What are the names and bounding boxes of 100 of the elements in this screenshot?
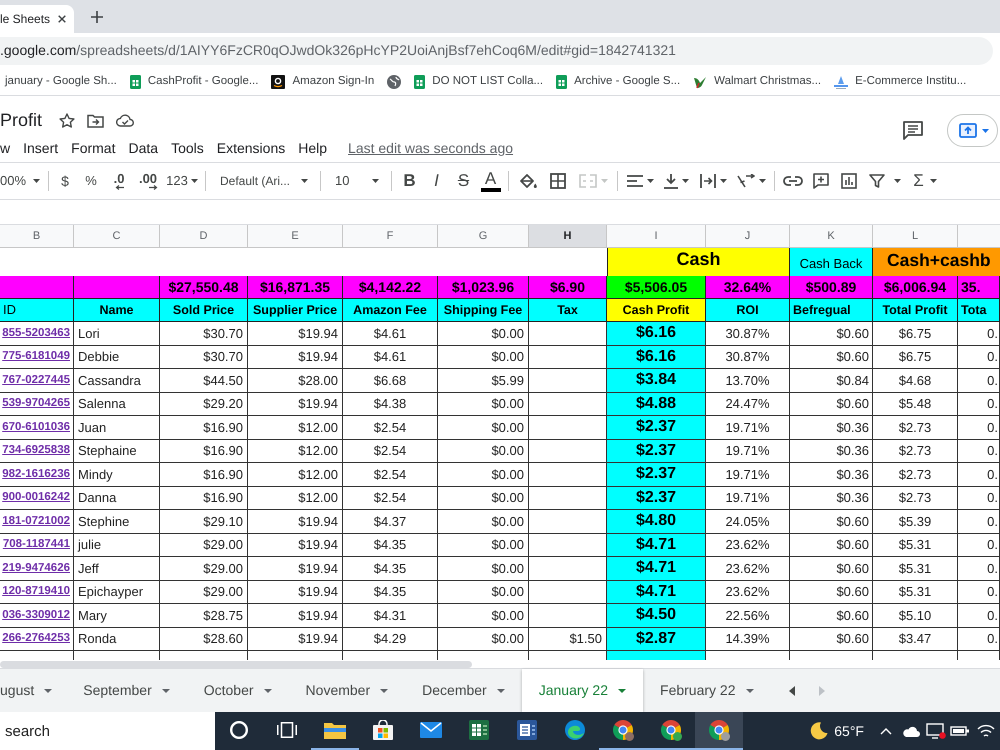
monitor-icon[interactable] (926, 723, 946, 739)
order-id-link[interactable]: 775-6181049 (2, 348, 70, 366)
column-header[interactable]: H (529, 225, 607, 248)
bold-button[interactable]: B (396, 167, 423, 195)
sheet-tab[interactable]: January 22 (522, 669, 644, 712)
table-cell: $2.73 (873, 440, 958, 463)
table-cell: $44.50 (160, 369, 248, 392)
number-format-dropdown[interactable]: 123 (163, 167, 201, 195)
column-header[interactable]: J (706, 225, 790, 248)
color-wheel-icon (612, 720, 634, 740)
cloud-icon[interactable] (902, 726, 920, 736)
font-dropdown[interactable]: Default (Ari... (210, 167, 316, 195)
column-header[interactable]: B (0, 225, 74, 248)
search-field[interactable]: search (0, 712, 215, 750)
table-cell: 19.71% (706, 463, 790, 486)
column-header[interactable]: D (160, 225, 248, 248)
horizontal-scrollbar[interactable] (0, 660, 472, 668)
order-id-link[interactable]: 219-9474626 (2, 560, 70, 577)
column-header[interactable]: C (74, 225, 160, 248)
bookmark[interactable]: E-Commerce Institu... (834, 72, 966, 90)
table-cell: $30.70 (160, 322, 248, 346)
order-id-link[interactable]: 670-6101036 (2, 418, 70, 436)
increase-decimals-button[interactable]: .00 (133, 167, 163, 195)
table-cell: $5.39 (873, 510, 958, 534)
percent-button[interactable]: % (77, 167, 105, 195)
column-header[interactable]: L (873, 225, 958, 248)
strikethrough-button[interactable]: S (450, 167, 477, 195)
sheet-tab[interactable]: September (66, 669, 187, 712)
order-id-link[interactable]: 120-8719410 (2, 583, 70, 600)
folder-icon[interactable] (87, 114, 104, 128)
italic-button[interactable]: I (423, 167, 450, 195)
menu-item[interactable]: Tools (171, 138, 204, 158)
table-header-cell: Cash Profit (607, 299, 706, 322)
bookmark[interactable]: Amazon Sign-In (271, 72, 374, 90)
menu-item[interactable]: Format (71, 138, 116, 158)
menu-item[interactable]: Extensions (216, 138, 286, 158)
bookmark[interactable]: DO NOT LIST Colla... (414, 72, 544, 90)
add-comment-icon (813, 173, 829, 189)
text-color-button[interactable]: A (477, 167, 504, 195)
section-header: Cash (607, 248, 790, 276)
last-edit-link[interactable]: Last edit was seconds ago (348, 138, 514, 158)
column-header[interactable]: E (248, 225, 343, 248)
cloud-check-icon[interactable] (116, 114, 134, 127)
wifi-icon[interactable] (977, 724, 995, 738)
sheet-tab[interactable]: November (288, 669, 406, 712)
table-cell: Lori (74, 322, 160, 346)
document-title[interactable]: Profit (0, 107, 42, 134)
star-icon[interactable] (59, 112, 76, 128)
bookmark[interactable]: CashProfit - Google... (130, 72, 258, 90)
bookmark[interactable]: Archive - Google S... (556, 72, 680, 90)
table-cell: 30.87% (706, 346, 790, 369)
column-header[interactable]: G (438, 225, 529, 248)
order-id-link[interactable]: 900-0016242 (2, 489, 70, 506)
caret-icon (162, 688, 170, 692)
order-id-link[interactable]: 982-1616236 (2, 466, 70, 483)
stacked-windows-icon (277, 722, 297, 738)
table-cell: 0. (958, 604, 1000, 628)
functions-dropdown[interactable]: Σ (907, 167, 943, 195)
table-cell: $29.10 (160, 510, 248, 534)
order-id-link[interactable]: 539-9704265 (2, 395, 70, 412)
sheet-tab[interactable]: ugust (0, 669, 66, 712)
table-cell: $0.60 (790, 510, 873, 534)
order-id-link[interactable]: 036-3309012 (2, 606, 70, 624)
address-bar[interactable]: .google.com/spreadsheets/d/1AIYY6FzCR0qOJwdOk326pHcYP2UoiAnjBsf7ehCoq6M/edit#gid=1842741321 (0, 36, 993, 64)
column-header[interactable]: I (607, 225, 706, 248)
sheet-tab[interactable]: December (405, 669, 522, 712)
order-id-link[interactable]: 181-0721002 (2, 512, 70, 530)
close-icon[interactable] (58, 15, 66, 23)
table-cell: $5.48 (873, 392, 958, 416)
font-size-dropdown[interactable]: 10 (325, 167, 387, 195)
order-id-link[interactable]: 767-0227445 (2, 372, 70, 389)
order-id-link[interactable]: 855-5203463 (2, 324, 70, 342)
plus-icon[interactable] (91, 11, 103, 23)
order-id-link[interactable]: 708-1187441 (2, 536, 70, 554)
order-id-link[interactable]: 734-6925838 (2, 442, 70, 460)
table-cell: $19.94 (248, 322, 343, 346)
bookmark[interactable]: january - Google Sh... (5, 72, 117, 90)
chevron-up-icon[interactable] (880, 728, 892, 734)
zoom-dropdown[interactable]: 00% (0, 167, 44, 195)
column-header[interactable]: K (790, 225, 873, 248)
bookmark[interactable] (387, 74, 402, 88)
sheet-tab[interactable]: February 22 (643, 669, 770, 712)
menu-item[interactable]: Help (298, 138, 328, 158)
battery-icon[interactable] (950, 725, 970, 737)
browser-tab[interactable]: le Sheets (0, 5, 74, 33)
column-header[interactable]: F (343, 225, 438, 248)
decrease-decimals-button[interactable]: .0 (105, 167, 133, 195)
arrow-left-icon[interactable] (788, 686, 794, 696)
table-cell: 30.87% (706, 322, 790, 346)
menu-item[interactable]: w (0, 138, 10, 158)
bookmark[interactable]: Walmart Christmas... (693, 72, 822, 90)
menu-item[interactable]: Data (128, 138, 158, 158)
comment-icon[interactable] (903, 121, 923, 140)
currency-button[interactable]: $ (53, 167, 77, 195)
menu-item[interactable]: Insert (23, 138, 58, 158)
text-wrap-icon (700, 173, 716, 189)
caret-icon (600, 179, 608, 183)
order-id-link[interactable]: 266-2764253 (2, 630, 70, 648)
share-button[interactable] (947, 114, 998, 147)
sheet-tab[interactable]: October (186, 669, 289, 712)
